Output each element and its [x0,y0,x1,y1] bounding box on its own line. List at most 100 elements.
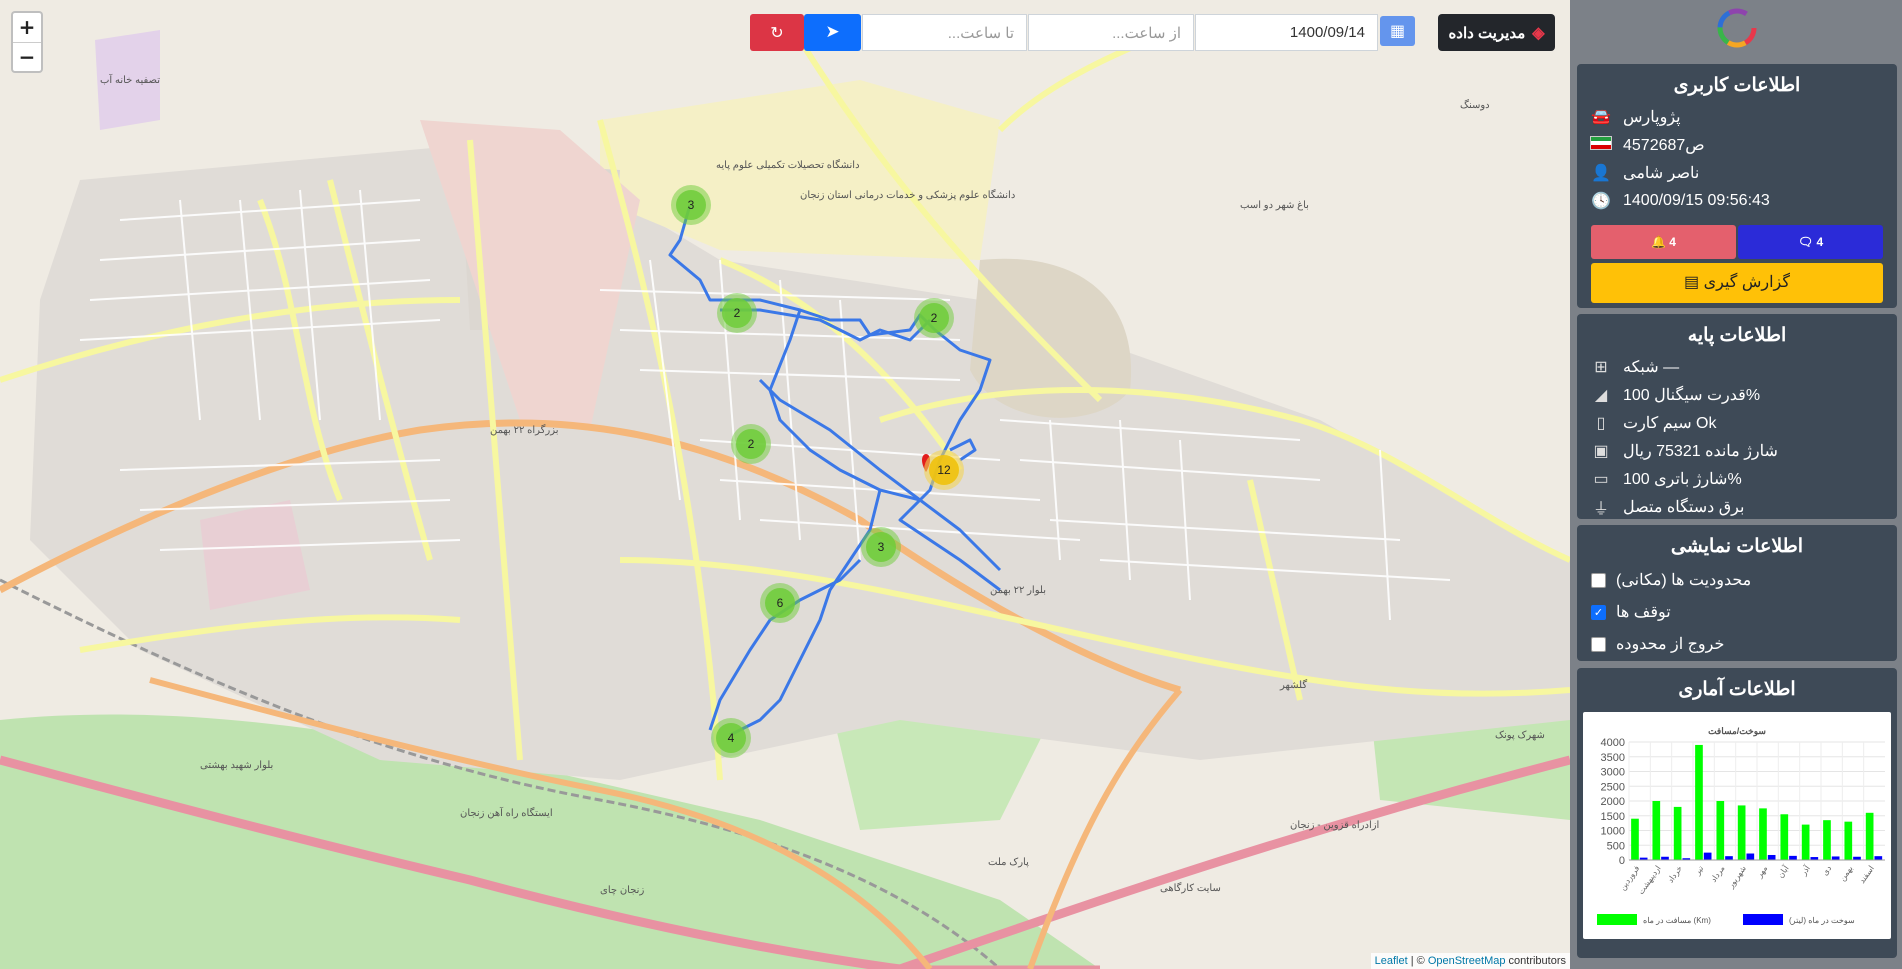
sim-row: ▯ سیم کارت Ok [1577,409,1897,437]
zoom-control: + − [11,11,43,73]
refresh-icon: ↻ [770,23,784,42]
y-tick-label: 1000 [1601,826,1625,838]
clock-icon: 🕓 [1591,193,1611,210]
map-tiles [0,30,1570,969]
calendar-button[interactable]: ▦ [1380,16,1415,46]
battery-row: ▭ شارژ باتری 100% [1577,465,1897,493]
out-of-range-checkbox[interactable] [1591,636,1606,652]
x-tick-label: اسفند [1857,864,1876,885]
chart-container: سوخت/مسافت 0 500 1000 1500 2000 2500 3000 3500 40… [1583,712,1891,939]
legend-swatch-distance [1597,914,1637,925]
from-time-placeholder: از ساعت... [1112,24,1181,42]
network-icon: ⊞ [1594,359,1608,376]
y-tick-label: 3500 [1601,752,1625,764]
to-time-input[interactable]: تا ساعت... [862,14,1027,51]
bar-fuel [1831,856,1840,860]
to-time-placeholder: تا ساعت... [947,24,1014,42]
money-icon: ▣ [1593,443,1609,460]
zoom-out-button[interactable]: − [13,42,41,71]
date-input[interactable]: 1400/09/14 [1195,14,1378,51]
cluster-count: 3 [866,532,896,562]
base-info-title: اطلاعات پایه [1687,325,1787,346]
plate-row: 45ص72687 [1577,131,1897,159]
osm-link[interactable]: OpenStreetMap [1428,955,1506,967]
iran-flag-icon [1589,135,1613,155]
x-tick-label: آبان [1775,863,1791,880]
fuel-distance-chart: سوخت/مسافت 0 500 1000 1500 2000 2500 3000 3500 40… [1597,726,1885,925]
user-info-card: اطلاعات کاربری 🚘 پژوپارس 45ص72687 👤 ناصر… [1577,64,1897,308]
bar-distance [1865,812,1874,860]
network-value: شبکه — [1623,359,1680,376]
out-of-range-option[interactable]: خروج از محدوده [1577,628,1897,660]
plug-icon: ⏚ [1592,501,1609,518]
gem-icon: ◈ [1532,24,1545,42]
report-icon: ▤ [1684,274,1700,291]
geofence-checkbox[interactable] [1591,572,1606,588]
bar-distance [1801,824,1810,860]
submit-button[interactable]: ➤ [804,14,861,51]
signal-value: قدرت سیگنال 100% [1623,387,1761,404]
stats-title: اطلاعات آماری [1678,679,1796,700]
bar-distance [1759,808,1767,860]
stop-cluster[interactable]: 2 [731,424,771,464]
stop-cluster[interactable]: 3 [861,527,901,567]
bar-distance [1652,801,1661,860]
report-button[interactable]: ▤ گزارش گیری [1591,263,1883,303]
map-view[interactable]: دانشگاه تحصیلات تکمیلی علوم پایه دانشگاه… [0,0,1570,969]
y-tick-label: 500 [1607,840,1625,852]
bar-distance [1737,805,1746,860]
legend-swatch-fuel [1743,914,1783,925]
chart-title: سوخت/مسافت [1708,726,1766,737]
bar-fuel [1789,855,1797,860]
battery-value: شارژ باتری 100% [1623,471,1742,488]
geofence-option[interactable]: محدودیت ها (مکانی) [1577,564,1897,596]
cluster-count: 2 [722,298,752,328]
base-info-card: اطلاعات پایه ⊞ شبکه — ◢ قدرت سیگنال 100%… [1577,314,1897,519]
last-datetime: 1400/09/15 09:56:43 [1623,192,1770,209]
stop-cluster[interactable]: 6 [760,583,800,623]
app-logo-icon [1717,8,1757,48]
user-icon: 👤 [1591,165,1611,182]
signal-icon: ◢ [1594,387,1608,404]
stop-cluster[interactable]: 2 [717,293,757,333]
y-tick-label: 1500 [1601,811,1625,823]
stop-cluster[interactable]: 3 [671,185,711,225]
stops-option[interactable]: ✓ توقف ها [1577,596,1897,628]
stop-cluster[interactable]: 2 [914,298,954,338]
from-time-input[interactable]: از ساعت... [1028,14,1194,51]
x-tick-label: بهمن [1838,864,1855,883]
manage-data-button[interactable]: ◈ مدیریت داده [1438,14,1555,51]
report-label: گزارش گیری [1703,274,1790,291]
x-tick-label: مرداد [1709,864,1727,884]
zoom-in-button[interactable]: + [13,13,41,42]
driver-row: 👤 ناصر شامی [1577,159,1897,187]
cluster-count: 3 [676,190,706,220]
bar-distance [1844,821,1853,860]
bar-fuel [1767,854,1776,860]
cluster-count: 4 [716,723,746,753]
display-info-card: اطلاعات نمایشی محدودیت ها (مکانی) ✓ توقف… [1577,525,1897,661]
legend-label-distance: مسافت در ماه (Km) [1643,916,1711,925]
stop-cluster[interactable]: 12 [924,450,964,490]
attribution-separator: | © [1407,955,1428,967]
messages-count: 4 [1816,235,1824,249]
bar-fuel [1874,856,1883,860]
reset-button[interactable]: ↻ [750,14,804,51]
messages-button[interactable]: 🗨 4 [1738,225,1883,259]
bar-distance [1823,820,1831,860]
stop-cluster[interactable]: 4 [711,718,751,758]
stops-checkbox[interactable]: ✓ [1591,604,1606,620]
chat-icon: 🗨 [1797,235,1814,249]
y-tick-label: 2000 [1601,796,1625,808]
alerts-count: 4 [1669,235,1676,249]
bar-distance [1631,818,1639,860]
datetime-row: 🕓 1400/09/15 09:56:43 [1577,187,1897,215]
leaflet-link[interactable]: Leaflet [1375,955,1408,967]
cluster-count: 6 [765,588,795,618]
stops-label: توقف ها [1616,604,1671,621]
alerts-button[interactable]: 🔔 4 [1591,225,1736,259]
driver-name: ناصر شامی [1623,165,1700,182]
sim-card-icon: ▯ [1596,415,1606,432]
bar-fuel [1703,852,1712,860]
out-of-range-label: خروج از محدوده [1616,636,1725,653]
